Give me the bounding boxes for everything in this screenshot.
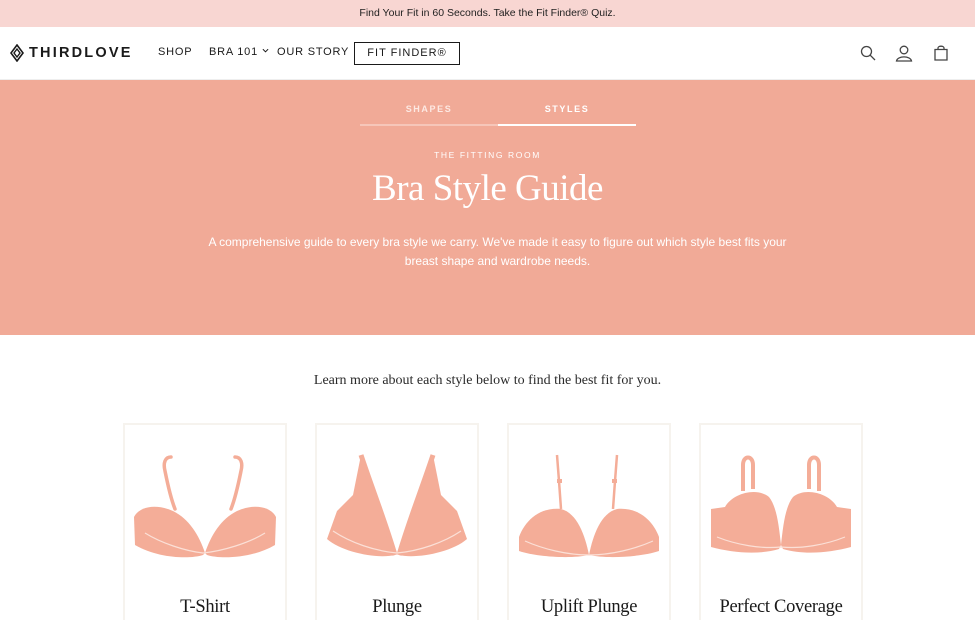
tab-shapes[interactable]: SHAPES	[360, 98, 498, 126]
hero-description: A comprehensive guide to every bra style…	[208, 235, 787, 268]
cart-icon[interactable]	[932, 44, 950, 62]
logo-diamond-icon	[10, 44, 24, 62]
uplift-plunge-bra-image	[519, 454, 659, 558]
announcement-text[interactable]: Find Your Fit in 60 Seconds. Take the Fi…	[359, 7, 615, 19]
fit-finder-button[interactable]: FIT FINDER®	[354, 42, 460, 65]
brand-name: THIRDLOVE	[29, 45, 133, 61]
perfect-coverage-bra-image	[711, 455, 851, 553]
style-label-perfect-coverage: Perfect Coverage	[719, 597, 843, 617]
account-icon[interactable]	[895, 44, 913, 62]
t-shirt-bra-image	[134, 455, 276, 558]
nav-bra-101[interactable]: BRA 101	[209, 46, 269, 58]
guide-tabs: SHAPES STYLES	[360, 98, 637, 126]
announcement-bar[interactable]: Find Your Fit in 60 Seconds. Take the Fi…	[0, 0, 975, 27]
style-label-uplift-plunge: Uplift Plunge	[540, 597, 638, 617]
plunge-bra-image	[327, 454, 467, 557]
nav-shop[interactable]: SHOP	[158, 46, 192, 58]
tab-styles[interactable]: STYLES	[498, 98, 636, 126]
style-card-perfect-coverage[interactable]: Perfect Coverage	[699, 423, 863, 620]
hero-eyebrow: THE FITTING ROOM	[434, 150, 541, 160]
page-title: Bra Style Guide	[372, 168, 603, 209]
site-header: THIRDLOVE SHOP BRA 101 OUR STORY FIT FIN…	[0, 27, 975, 80]
style-card-t-shirt[interactable]: T-Shirt	[123, 423, 287, 620]
brand-logo[interactable]: THIRDLOVE	[10, 43, 133, 63]
style-card-uplift-plunge[interactable]: Uplift Plunge	[507, 423, 671, 620]
intro-text: Learn more about each style below to fin…	[313, 373, 662, 388]
style-card-plunge[interactable]: Plunge	[315, 423, 479, 620]
hero-banner: SHAPES STYLES THE FITTING ROOM Bra Style…	[0, 80, 975, 335]
style-label-t-shirt: T-Shirt	[180, 597, 230, 617]
nav-our-story[interactable]: OUR STORY	[277, 46, 349, 58]
nav-bra-101-label: BRA 101	[209, 46, 259, 58]
search-icon[interactable]	[859, 44, 877, 62]
chevron-down-icon	[262, 48, 269, 53]
style-label-plunge: Plunge	[372, 597, 422, 617]
